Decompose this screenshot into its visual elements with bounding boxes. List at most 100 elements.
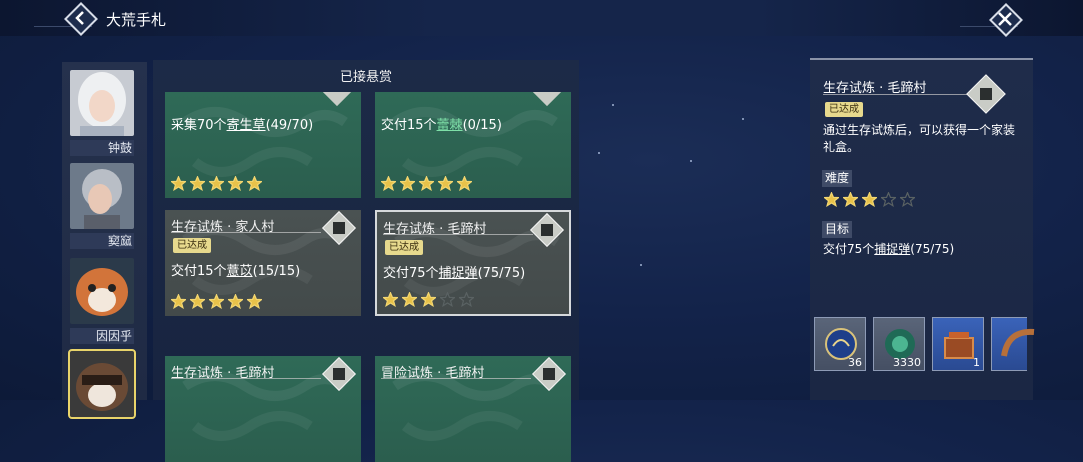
card-objective: 采集70个寄生草(49/70) [171, 114, 313, 133]
card-difficulty-stars [169, 293, 264, 310]
portrait-image [68, 349, 136, 419]
portrait-image [70, 258, 134, 324]
bg-star [640, 264, 642, 266]
card-difficulty-stars [379, 175, 474, 192]
detail-description: 通过生存试炼后，可以获得一个家装礼盒。 [823, 123, 1016, 154]
star-icon [207, 293, 226, 310]
objective-prefix: 交付15个 [381, 118, 437, 133]
objective-prefix: 采集70个 [171, 118, 227, 133]
objective-item-link[interactable]: 薏苡 [227, 264, 253, 279]
npc-portrait-yayu[interactable]: 窫窳 [70, 163, 134, 249]
bg-star [598, 152, 600, 154]
reward-slot[interactable]: 1 [932, 317, 984, 371]
portrait-name: 钟鼓 [70, 140, 134, 156]
npc-portrait-zhonggu[interactable]: 钟鼓 [70, 70, 134, 156]
target-text: 交付75个捕捉弹(75/75) [823, 240, 954, 257]
card-objective: 交付15个薏苡(15/15) [171, 260, 300, 279]
portrait-image [70, 163, 134, 229]
bounty-card[interactable]: 生存试炼 · 毛蹄村 [165, 356, 361, 462]
page-title: 大荒手札 [106, 11, 167, 29]
difficulty-stars [822, 191, 917, 211]
npc-portrait-yinyinhu[interactable]: 因因乎 [70, 258, 134, 344]
star-icon [457, 291, 476, 308]
panel-title: 已接悬赏 [339, 70, 392, 85]
objective-progress: (15/15) [252, 264, 301, 279]
star-icon [822, 191, 841, 211]
reward-slot[interactable]: 3330 [873, 317, 925, 371]
card-objective: 交付15个蕾棘(0/15) [381, 114, 502, 133]
star-icon [245, 175, 264, 192]
reward-count: 36 [848, 356, 862, 369]
objective-progress: (75/75) [477, 266, 526, 281]
card-difficulty-stars [169, 175, 264, 192]
npc-portrait-list: 钟鼓 窫窳 因因乎 [62, 62, 147, 419]
reward-count: 3330 [893, 356, 921, 369]
bounty-card[interactable]: 冒险试炼 · 毛蹄村 [375, 356, 571, 462]
reward-slot[interactable]: 36 [814, 317, 866, 371]
bounty-card[interactable]: 生存试炼 · 家人村 已达成 交付15个薏苡(15/15) [165, 210, 361, 316]
chevron-left-icon [75, 11, 84, 25]
objective-prefix: 交付15个 [171, 264, 227, 279]
objective-progress: (49/70) [265, 118, 314, 133]
difficulty-label: 难度 [822, 170, 853, 187]
detail-status-badge: 已达成 [825, 102, 863, 117]
card-status-badge: 已达成 [173, 238, 211, 253]
star-icon [188, 175, 207, 192]
reward-count: 1 [973, 356, 980, 369]
portrait-image [70, 70, 134, 136]
reward-slot[interactable] [991, 317, 1035, 371]
card-title-underline [381, 378, 531, 379]
back-button[interactable] [64, 2, 98, 36]
card-status-badge: 已达成 [385, 240, 423, 255]
target-item-link[interactable]: 捕捉弹 [874, 242, 910, 256]
star-icon [419, 291, 438, 308]
npc-portrait-raccoon[interactable] [68, 349, 136, 435]
card-objective: 交付75个捕捉弹(75/75) [383, 262, 525, 281]
star-icon [860, 191, 879, 211]
portrait-name: 窫窳 [70, 233, 134, 249]
card-title-underline [383, 234, 533, 235]
card-title-underline [171, 378, 321, 379]
objective-prefix: 交付75个 [383, 266, 439, 281]
star-icon [438, 291, 457, 308]
star-icon [841, 191, 860, 211]
star-icon [400, 291, 419, 308]
star-icon [245, 293, 264, 310]
bg-star [612, 104, 614, 106]
scroll-icon [966, 74, 1006, 114]
star-icon [417, 175, 436, 192]
bg-star [690, 160, 692, 162]
star-icon [879, 191, 898, 211]
bg-star [742, 118, 744, 120]
bounty-detail-panel: 生存试炼 · 毛蹄村 已达成 通过生存试炼后，可以获得一个家装礼盒。 难度 目标… [810, 58, 1035, 400]
star-icon [169, 293, 188, 310]
target-label: 目标 [822, 221, 853, 238]
close-button[interactable] [989, 3, 1023, 37]
star-icon [188, 293, 207, 310]
star-icon [379, 175, 398, 192]
star-icon [398, 175, 417, 192]
top-bar: 大荒手札 [0, 0, 1083, 37]
star-icon [381, 291, 400, 308]
portrait-name: 因因乎 [70, 328, 134, 344]
star-icon [436, 175, 455, 192]
objective-item-link[interactable]: 捕捉弹 [439, 266, 478, 281]
bounty-card[interactable]: 交付15个蕾棘(0/15) [375, 92, 571, 198]
star-icon [169, 175, 188, 192]
objective-item-link[interactable]: 蕾棘 [437, 118, 463, 133]
close-icon [998, 12, 1012, 26]
detail-divider [810, 58, 1033, 60]
star-icon [226, 175, 245, 192]
card-title-underline [171, 232, 321, 233]
star-icon [898, 191, 917, 211]
star-icon [455, 175, 474, 192]
star-icon [226, 293, 245, 310]
bounty-card[interactable]: 生存试炼 · 毛蹄村 已达成 交付75个捕捉弹(75/75) [375, 210, 571, 316]
target-prefix: 交付75个 [823, 242, 875, 256]
objective-item-link[interactable]: 寄生草 [227, 118, 266, 133]
target-progress: (75/75) [910, 242, 955, 256]
star-icon [207, 175, 226, 192]
bounty-card[interactable]: 采集70个寄生草(49/70) [165, 92, 361, 198]
objective-progress: (0/15) [462, 118, 502, 133]
detail-title-underline [823, 94, 973, 95]
